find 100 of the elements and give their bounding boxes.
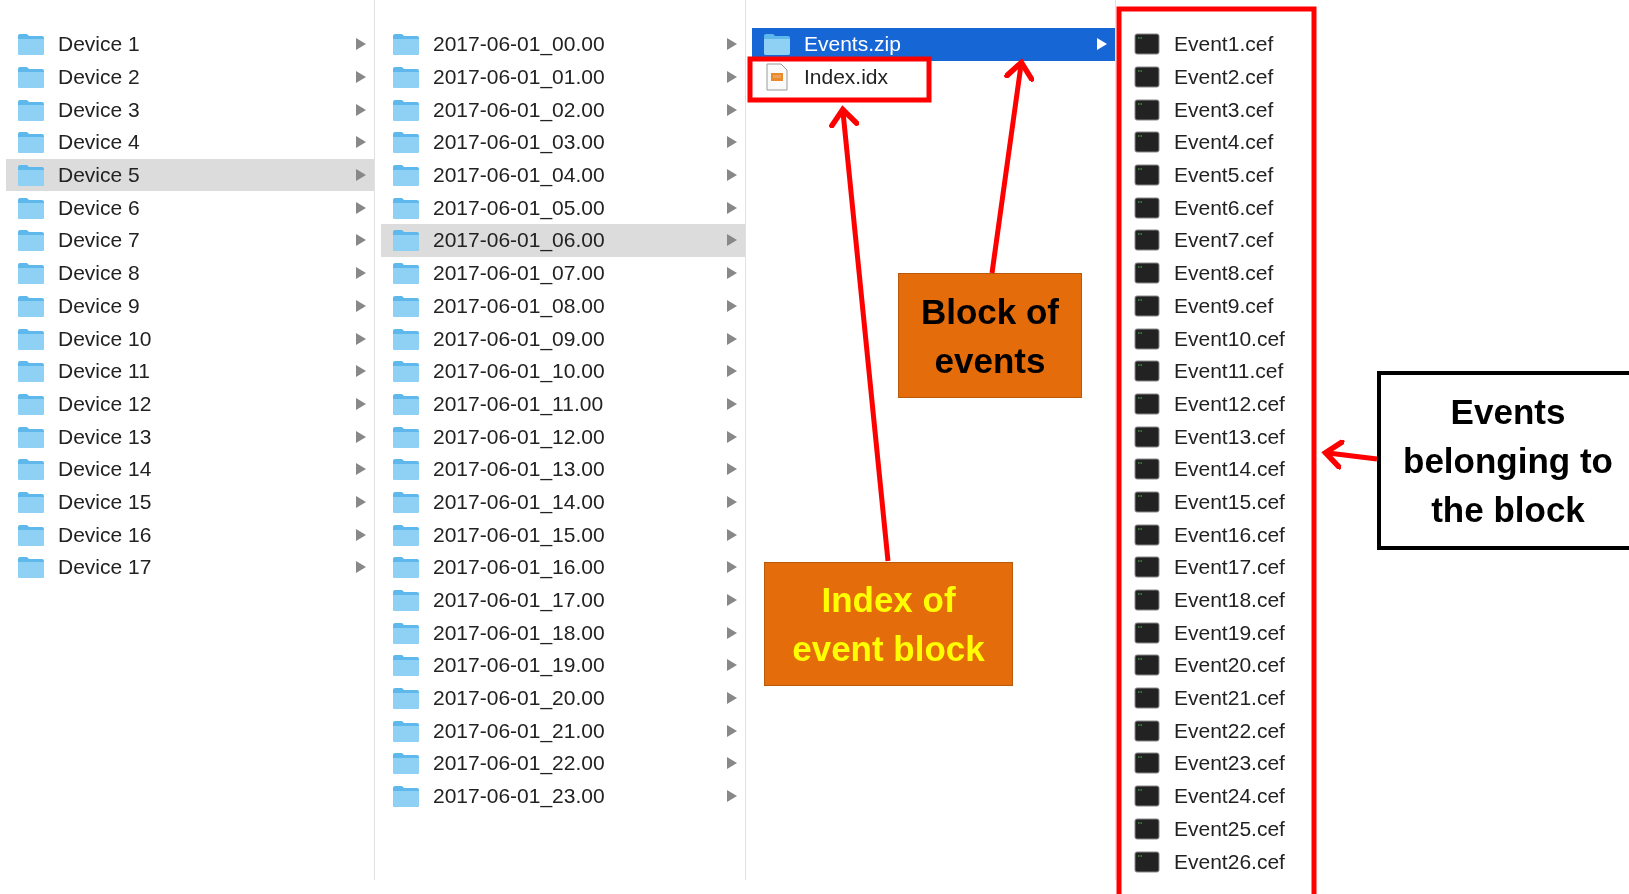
folder-icon (392, 163, 420, 188)
file-item[interactable]: Event13.cef (1122, 420, 1322, 453)
folder-item[interactable]: 2017-06-01_04.00 (381, 158, 745, 192)
expand-arrow-icon (356, 267, 366, 280)
callout-text: Events belonging to the block (1402, 391, 1614, 531)
expand-arrow-icon (356, 365, 366, 378)
folder-item[interactable]: 2017-06-01_07.00 (381, 256, 745, 290)
folder-item[interactable]: 2017-06-01_19.00 (381, 649, 745, 682)
expand-arrow-icon (727, 528, 737, 541)
folder-icon (17, 228, 45, 253)
file-item[interactable]: Event9.cef (1122, 289, 1322, 323)
file-item[interactable]: Event4.cef (1122, 126, 1322, 159)
folder-item[interactable]: Device 7 (6, 224, 374, 257)
file-item[interactable]: Event21.cef (1122, 681, 1322, 715)
terminal-icon (1134, 326, 1160, 351)
folder-item[interactable]: 2017-06-01_10.00 (381, 354, 745, 388)
file-item[interactable]: Event20.cef (1122, 649, 1322, 682)
folder-icon (17, 163, 45, 188)
folder-item[interactable]: Device 15 (6, 485, 374, 519)
folder-icon (392, 391, 420, 416)
folder-item[interactable]: 2017-06-01_22.00 (381, 747, 745, 780)
folder-icon (392, 489, 420, 514)
terminal-icon (1134, 555, 1160, 580)
file-item[interactable]: Event1.cef (1122, 28, 1322, 61)
file-item[interactable]: Event6.cef (1122, 191, 1322, 225)
folder-icon (392, 195, 420, 220)
folder-item[interactable]: 2017-06-01_08.00 (381, 289, 745, 323)
terminal-icon (1134, 588, 1160, 613)
folder-item[interactable]: 2017-06-01_12.00 (381, 420, 745, 453)
folder-item[interactable]: Device 5 (6, 158, 374, 192)
file-item[interactable]: Event26.cef (1122, 845, 1322, 878)
folder-icon (392, 457, 420, 482)
expand-arrow-icon (727, 430, 737, 443)
folder-item[interactable]: 2017-06-01_20.00 (381, 681, 745, 715)
folder-item[interactable]: Device 10 (6, 322, 374, 355)
expand-arrow-icon (356, 332, 366, 345)
folder-item[interactable]: Device 16 (6, 518, 374, 551)
expand-arrow-icon (727, 201, 737, 214)
expand-arrow-icon (727, 659, 737, 672)
folder-item[interactable]: Device 3 (6, 93, 374, 127)
folder-item[interactable]: Device 17 (6, 551, 374, 584)
folder-item[interactable]: 2017-06-01_02.00 (381, 93, 745, 127)
file-item[interactable]: Event16.cef (1122, 518, 1322, 551)
expand-arrow-icon (356, 463, 366, 476)
folder-item[interactable]: 2017-06-01_18.00 (381, 616, 745, 650)
folder-icon (17, 293, 45, 318)
file-item[interactable]: Event22.cef (1122, 714, 1322, 748)
folder-item[interactable]: 2017-06-01_23.00 (381, 779, 745, 813)
folder-item[interactable]: Device 6 (6, 191, 374, 225)
folder-item[interactable]: Device 8 (6, 256, 374, 290)
folder-item[interactable]: 2017-06-01_01.00 (381, 60, 745, 94)
folder-item[interactable]: Device 14 (6, 452, 374, 486)
folder-item[interactable]: 2017-06-01_05.00 (381, 191, 745, 225)
file-item[interactable]: Index.idx (752, 60, 1115, 94)
expand-arrow-icon (727, 463, 737, 476)
folder-item[interactable]: Events.zip (752, 28, 1115, 61)
expand-arrow-icon (356, 38, 366, 51)
folder-icon (763, 32, 791, 57)
file-item[interactable]: Event10.cef (1122, 322, 1322, 355)
file-item[interactable]: Event2.cef (1122, 60, 1322, 94)
folder-item[interactable]: Device 4 (6, 126, 374, 159)
folder-item[interactable]: 2017-06-01_09.00 (381, 322, 745, 355)
expand-arrow-icon (727, 365, 737, 378)
folder-item[interactable]: Device 9 (6, 289, 374, 323)
file-item[interactable]: Event14.cef (1122, 452, 1322, 486)
file-item[interactable]: Event8.cef (1122, 256, 1322, 290)
folder-item[interactable]: Device 2 (6, 60, 374, 94)
expand-arrow-icon (356, 201, 366, 214)
folder-icon (392, 588, 420, 613)
file-item[interactable]: Event7.cef (1122, 224, 1322, 257)
folder-item[interactable]: 2017-06-01_13.00 (381, 452, 745, 486)
file-item[interactable]: Event12.cef (1122, 387, 1322, 421)
folder-item[interactable]: 2017-06-01_14.00 (381, 485, 745, 519)
file-item[interactable]: Event19.cef (1122, 616, 1322, 650)
file-item[interactable]: Event25.cef (1122, 812, 1322, 846)
folder-icon (17, 489, 45, 514)
folder-item[interactable]: 2017-06-01_16.00 (381, 551, 745, 584)
folder-item[interactable]: 2017-06-01_06.00 (381, 224, 745, 257)
file-item[interactable]: Event3.cef (1122, 93, 1322, 127)
file-item[interactable]: Event18.cef (1122, 583, 1322, 617)
expand-arrow-icon (356, 136, 366, 149)
folder-item[interactable]: Device 1 (6, 28, 374, 61)
folder-item[interactable]: Device 13 (6, 420, 374, 453)
folder-item[interactable]: 2017-06-01_00.00 (381, 28, 745, 61)
folder-item[interactable]: 2017-06-01_11.00 (381, 387, 745, 421)
file-item[interactable]: Event24.cef (1122, 779, 1322, 813)
folder-item[interactable]: Device 12 (6, 387, 374, 421)
file-item[interactable]: Event15.cef (1122, 485, 1322, 519)
folder-item[interactable]: 2017-06-01_21.00 (381, 714, 745, 748)
folder-item[interactable]: 2017-06-01_03.00 (381, 126, 745, 159)
folder-item[interactable]: Device 11 (6, 354, 374, 388)
document-icon (766, 63, 788, 92)
folder-icon (392, 718, 420, 743)
folder-icon (392, 65, 420, 90)
file-item[interactable]: Event23.cef (1122, 747, 1322, 780)
file-item[interactable]: Event11.cef (1122, 354, 1322, 388)
folder-item[interactable]: 2017-06-01_17.00 (381, 583, 745, 617)
file-item[interactable]: Event17.cef (1122, 551, 1322, 584)
file-item[interactable]: Event5.cef (1122, 158, 1322, 192)
folder-item[interactable]: 2017-06-01_15.00 (381, 518, 745, 551)
